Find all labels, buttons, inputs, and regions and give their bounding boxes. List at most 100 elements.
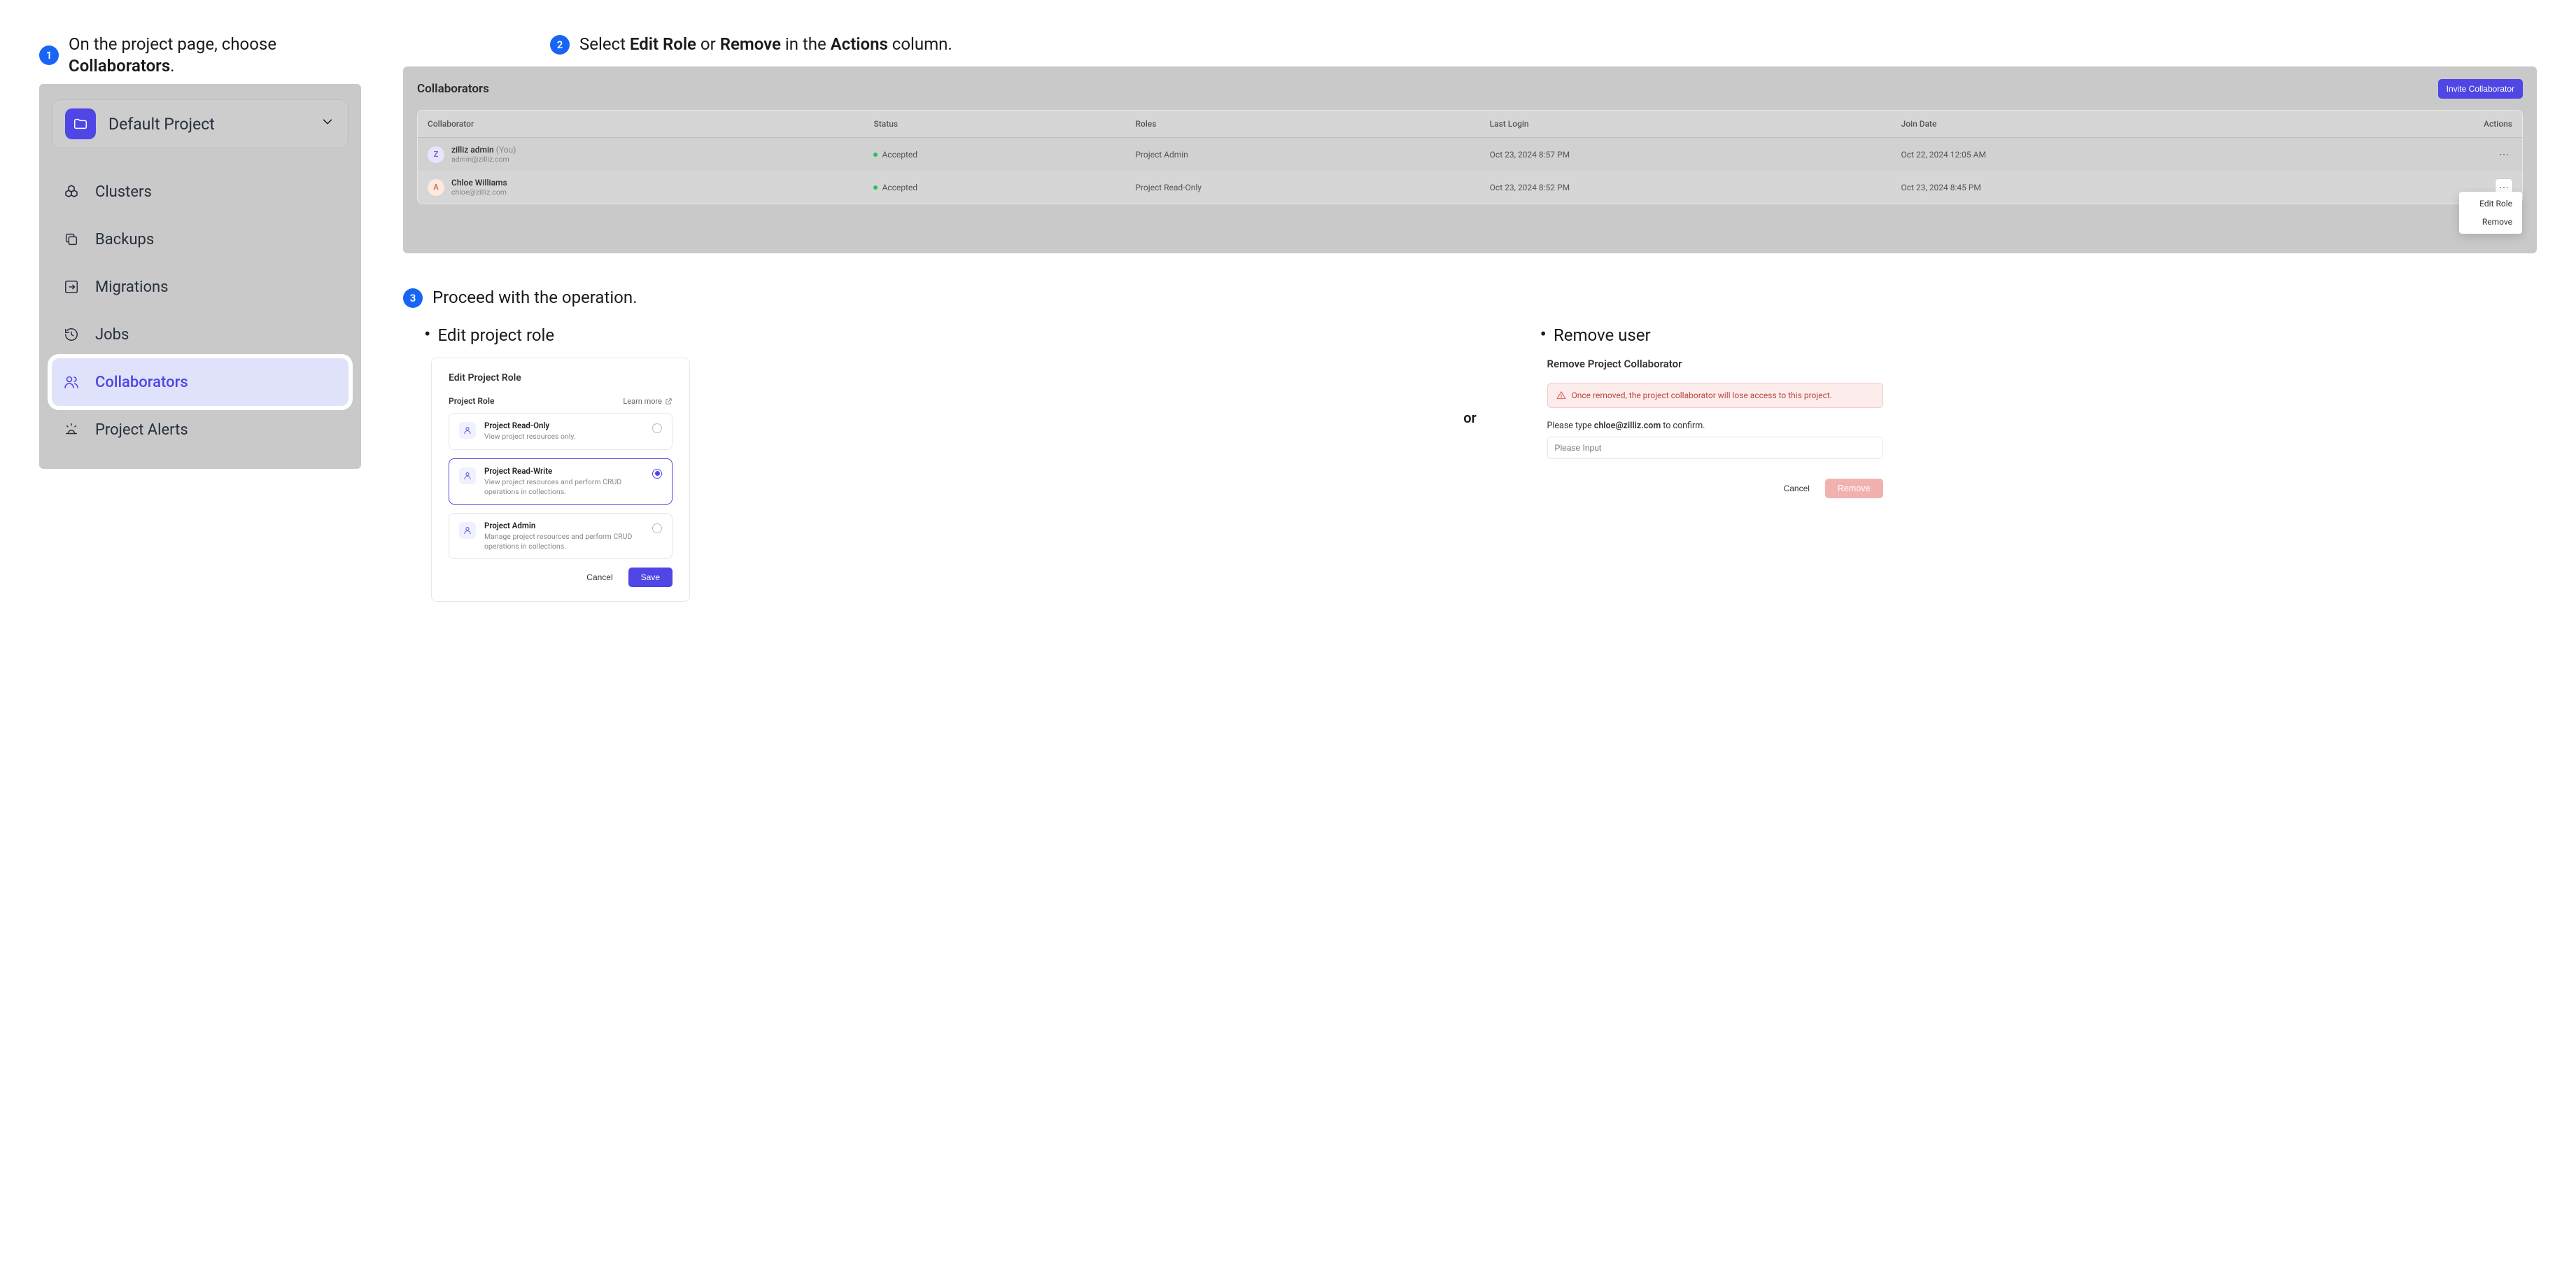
sidebar-panel: Default Project Clusters Backups — [39, 84, 361, 469]
sidebar-item-label: Jobs — [95, 326, 129, 344]
sidebar-item-backups[interactable]: Backups — [52, 216, 349, 263]
project-name: Default Project — [108, 115, 307, 134]
role-title: Project Read-Only — [484, 421, 644, 430]
step2-b2: Remove — [720, 34, 781, 54]
save-button[interactable]: Save — [628, 568, 673, 587]
role-title: Project Read-Write — [484, 466, 644, 476]
learn-more-text: Learn more — [623, 397, 662, 406]
sidebar-item-jobs[interactable]: Jobs — [52, 311, 349, 358]
status-dot-icon — [873, 153, 878, 157]
step2-post: column. — [888, 34, 952, 54]
sidebar-item-collaborators[interactable]: Collaborators — [52, 358, 349, 406]
warning-box: Once removed, the project collaborator w… — [1547, 383, 1883, 408]
table-row: Z zilliz admin (You) admin@zilliz.com Ac… — [418, 138, 2522, 171]
menu-item-edit-role[interactable]: Edit Role — [2459, 195, 2522, 213]
row-name: Chloe Williams — [451, 178, 507, 188]
confirm-pre: Please type — [1547, 421, 1594, 431]
copy-icon — [62, 230, 81, 249]
person-icon — [459, 467, 476, 484]
row-status: Accepted — [882, 150, 917, 160]
row-join-date: Oct 22, 2024 12:05 AM — [1892, 138, 2323, 171]
row-actions-button[interactable]: ⋯ — [2496, 146, 2512, 163]
radio-icon — [652, 423, 662, 433]
project-selector[interactable]: Default Project — [52, 99, 349, 148]
edit-role-bullet: • Edit project role — [424, 325, 1421, 345]
sidebar-item-migrations[interactable]: Migrations — [52, 263, 349, 311]
step1-text-post: . — [170, 56, 174, 76]
sidebar-item-project-alerts[interactable]: Project Alerts — [52, 406, 349, 453]
confirm-input[interactable] — [1547, 437, 1883, 459]
warning-triangle-icon — [1556, 390, 1566, 400]
edit-role-bullet-label: Edit project role — [437, 325, 554, 345]
external-link-icon — [665, 397, 673, 405]
role-title: Project Admin — [484, 521, 644, 530]
confirm-email: chloe@zilliz.com — [1594, 421, 1661, 431]
row-last-login: Oct 23, 2024 8:57 PM — [1480, 138, 1892, 171]
actions-menu: Edit Role Remove — [2459, 192, 2522, 234]
role-option-read-only[interactable]: Project Read-Only View project resources… — [449, 413, 673, 449]
row-name: zilliz admin — [451, 145, 494, 155]
chevron-down-icon — [320, 114, 335, 134]
row-role: Project Read-Only — [1125, 171, 1479, 204]
confirm-instruction: Please type chloe@zilliz.com to confirm. — [1547, 421, 1883, 431]
avatar: Z — [428, 146, 444, 163]
col-last-login: Last Login — [1480, 111, 1892, 138]
step2-b1: Edit Role — [630, 34, 696, 54]
learn-more-link[interactable]: Learn more — [623, 397, 673, 406]
row-email: admin@zilliz.com — [451, 155, 516, 164]
remove-user-bullet-label: Remove user — [1554, 325, 1651, 345]
sidebar-item-label: Migrations — [95, 279, 169, 296]
role-desc: View project resources only. — [484, 432, 644, 442]
col-roles: Roles — [1125, 111, 1479, 138]
col-actions: Actions — [2323, 111, 2522, 138]
sidebar-item-label: Backups — [95, 231, 154, 248]
step2-b3: Actions — [831, 34, 888, 54]
status-dot-icon — [873, 185, 878, 190]
step-badge-2: 2 — [550, 35, 570, 55]
step1-heading: 1 On the project page, choose Collaborat… — [39, 34, 361, 77]
remove-user-bullet: • Remove user — [1540, 325, 2538, 345]
table-row: A Chloe Williams chloe@zilliz.com Accept… — [418, 171, 2522, 204]
cancel-button[interactable]: Cancel — [578, 568, 621, 587]
step2-heading: 2 Select Edit Role or Remove in the Acti… — [550, 34, 2537, 55]
collaborators-title: Collaborators — [417, 82, 489, 96]
col-status: Status — [864, 111, 1125, 138]
sidebar-item-clusters[interactable]: Clusters — [52, 168, 349, 216]
collaborators-table: Collaborator Status Roles Last Login Joi… — [417, 110, 2523, 204]
menu-item-remove[interactable]: Remove — [2459, 213, 2522, 231]
warning-text: Once removed, the project collaborator w… — [1572, 390, 1833, 400]
step3-text: Proceed with the operation. — [432, 287, 637, 309]
remove-dialog-title: Remove Project Collaborator — [1547, 358, 1883, 370]
step3-heading: 3 Proceed with the operation. — [403, 287, 2537, 309]
import-icon — [62, 277, 81, 297]
confirm-post: to confirm. — [1661, 421, 1705, 431]
row-status: Accepted — [882, 183, 917, 192]
role-desc: View project resources and perform CRUD … — [484, 477, 644, 497]
radio-checked-icon — [652, 469, 662, 479]
radio-icon — [652, 523, 662, 533]
col-collaborator: Collaborator — [418, 111, 864, 138]
row-role: Project Admin — [1125, 138, 1479, 171]
step1-text-bold: Collaborators — [69, 56, 170, 76]
edit-role-dialog: Edit Project Role Project Role Learn mor… — [431, 358, 690, 602]
row-last-login: Oct 23, 2024 8:52 PM — [1480, 171, 1892, 204]
sidebar-item-label: Clusters — [95, 183, 152, 201]
cancel-button[interactable]: Cancel — [1775, 479, 1818, 498]
sidebar-item-label: Collaborators — [95, 374, 188, 391]
sidebar-item-label: Project Alerts — [95, 421, 188, 439]
you-tag: (You) — [496, 145, 516, 155]
edit-role-title: Edit Project Role — [449, 372, 673, 383]
row-join-date: Oct 23, 2024 8:45 PM — [1892, 171, 2323, 204]
people-icon — [62, 372, 81, 392]
step1-text-pre: On the project page, choose — [69, 34, 276, 54]
role-option-admin[interactable]: Project Admin Manage project resources a… — [449, 513, 673, 559]
role-option-read-write[interactable]: Project Read-Write View project resource… — [449, 458, 673, 505]
step2-mid1: or — [696, 34, 720, 54]
remove-collaborator-dialog: Remove Project Collaborator Once removed… — [1547, 358, 1883, 512]
or-separator: or — [1449, 325, 1491, 426]
step-badge-1: 1 — [39, 45, 59, 65]
role-desc: Manage project resources and perform CRU… — [484, 532, 644, 551]
remove-button[interactable]: Remove — [1825, 479, 1883, 498]
invite-collaborator-button[interactable]: Invite Collaborator — [2438, 79, 2523, 99]
collaborators-panel: Collaborators Invite Collaborator Collab… — [403, 66, 2537, 253]
